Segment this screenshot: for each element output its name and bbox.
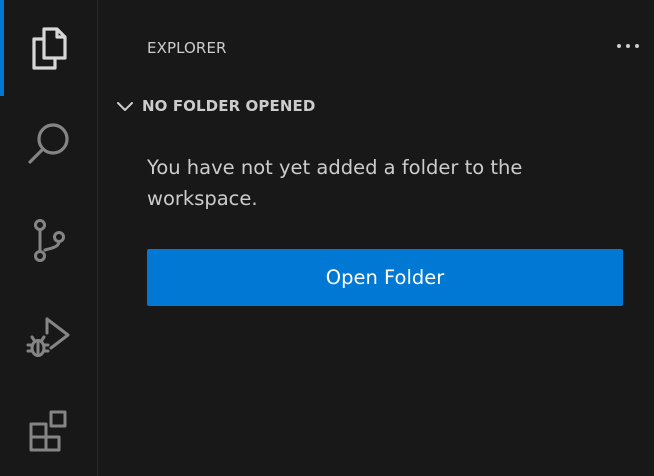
source-control-icon [25, 216, 73, 264]
more-actions-button[interactable] [610, 30, 646, 62]
vscode-window: EXPLORER NO FOLDER OPENED You have not y… [0, 0, 654, 476]
chevron-down-icon [116, 100, 142, 112]
activity-item-source-control[interactable] [0, 192, 97, 288]
extensions-icon [25, 408, 73, 456]
no-folder-message: You have not yet added a folder to the w… [147, 156, 523, 210]
activity-bar [0, 0, 98, 476]
activity-item-explorer[interactable] [0, 0, 97, 96]
open-folder-button[interactable]: Open Folder [147, 249, 623, 306]
no-folder-section-header[interactable]: NO FOLDER OPENED [116, 92, 315, 120]
search-icon [25, 120, 73, 168]
files-icon [25, 24, 73, 72]
ellipsis-icon [616, 42, 640, 50]
activity-item-search[interactable] [0, 96, 97, 192]
section-title: NO FOLDER OPENED [142, 97, 316, 115]
sidebar-title: EXPLORER [147, 39, 227, 57]
activity-item-run-debug[interactable] [0, 288, 97, 384]
explorer-sidebar: EXPLORER NO FOLDER OPENED You have not y… [98, 0, 654, 476]
run-debug-icon [25, 312, 73, 360]
activity-item-extensions[interactable] [0, 384, 97, 476]
